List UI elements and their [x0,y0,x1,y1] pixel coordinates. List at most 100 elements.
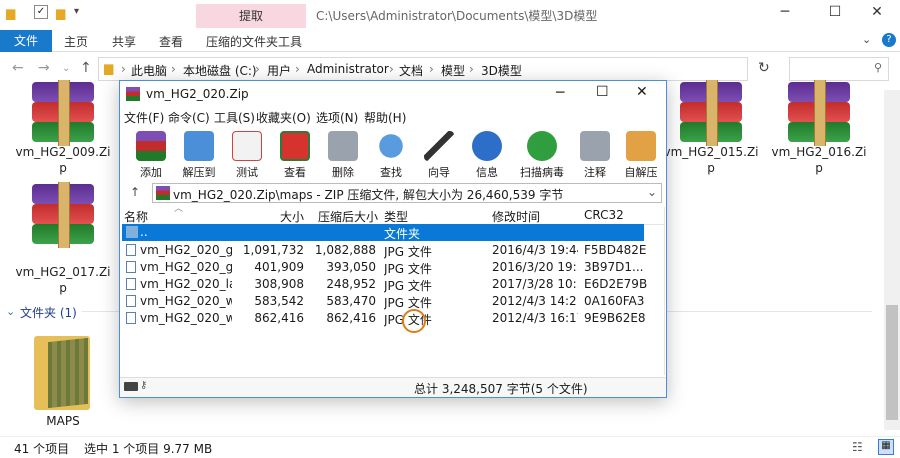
chevron-down-icon[interactable]: ⌄ [647,185,657,199]
folder-icon[interactable]: ▆ [56,6,72,20]
cell-size: 401,909 [254,260,304,274]
selection-info: 选中 1 个项目 9.77 MB [84,442,213,456]
forward-arrow-icon[interactable]: → [38,60,50,76]
scrollbar-thumb[interactable] [886,305,898,420]
extract-folder-icon [184,131,214,161]
folder-icon[interactable] [34,336,90,410]
table-row[interactable]: vm_HG2_020_w... 862,416 862,416 JPG 文件 2… [122,310,646,327]
refresh-icon[interactable]: ↻ [758,60,770,76]
test-button[interactable]: 测试 [224,131,270,180]
crumb-models[interactable]: 模型 [441,62,465,79]
context-tab-extract[interactable]: 提取 [196,4,306,28]
sfx-button[interactable]: 自解压 [618,131,664,180]
table-row[interactable]: vm_HG2_020_w... 583,542 583,470 JPG 文件 2… [122,293,644,310]
archive-icon [156,186,170,200]
comment-icon [580,131,610,161]
close-button[interactable]: ✕ [636,84,648,100]
minimize-button[interactable]: ─ [770,4,800,20]
add-button[interactable]: 添加 [128,131,174,180]
cell-modified: 2016/3/20 19:... [492,260,578,274]
file-label[interactable]: vm_HG2_016.Zi p [764,144,874,176]
address-bar[interactable]: ▆ › 此电脑 › 本地磁盘 (C:) › 用户 › Administrator… [98,57,748,81]
rar-file-icon[interactable] [670,80,752,146]
rar-file-icon[interactable] [778,80,860,146]
col-type[interactable]: 类型 [384,208,408,225]
delete-button[interactable]: 删除 [320,131,366,180]
extract-to-button[interactable]: 解压到 [176,131,222,180]
crumb-documents[interactable]: 文档 [399,62,423,79]
checkbox-icon[interactable]: ✓ [34,5,48,19]
winrar-toolbar: 添加 解压到 测试 查看 删除 查找 向导 信息 扫描病毒 注释 自解压 [120,127,666,183]
rar-file-icon[interactable] [22,80,104,146]
wizard-button[interactable]: 向导 [416,131,462,180]
menu-favorites[interactable]: 收藏夹(O) [256,109,311,126]
group-header-folders[interactable]: 文件夹 (1) [20,304,77,321]
tab-share[interactable]: 共享 [112,33,136,50]
col-name[interactable]: 名称 [124,208,148,225]
table-row[interactable]: vm_HG2_020_g... 401,909 393,050 JPG 文件 2… [122,259,644,276]
rar-file-icon[interactable] [22,182,104,248]
cell-packed: 1,082,888 [314,243,376,257]
close-button[interactable]: ✕ [862,4,892,20]
cell-packed: 583,470 [326,294,376,308]
chevron-down-icon[interactable]: ⌄ [6,305,15,318]
crumb-local-disk[interactable]: 本地磁盘 (C:) [183,62,257,79]
folder-label[interactable]: MAPS [30,414,96,428]
sort-up-icon: ︿ [174,204,184,214]
chevron-down-icon[interactable]: ⌄ [862,33,871,46]
crumb-this-pc[interactable]: 此电脑 [131,62,167,79]
menu-file[interactable]: 文件(F) [124,109,164,126]
tab-compressed-tools[interactable]: 压缩的文件夹工具 [206,33,302,50]
menu-tools[interactable]: 工具(S) [214,109,255,126]
folder-up-icon [126,226,138,238]
search-icon[interactable]: ⚲ [874,61,882,74]
minimize-button[interactable]: ─ [556,85,564,101]
crumb-users[interactable]: 用户 [267,62,291,79]
col-crc[interactable]: CRC32 [584,208,624,222]
winrar-title: vm_HG2_020.Zip [146,87,249,101]
crumb-administrator[interactable]: Administrator [307,62,389,76]
up-arrow-icon[interactable]: ↑ [130,185,140,199]
menu-options[interactable]: 选项(N) [316,109,358,126]
file-label[interactable]: vm_HG2_015.Zi p [656,144,766,176]
sfx-box-icon [626,131,656,161]
menu-help[interactable]: 帮助(H) [364,109,406,126]
menu-commands[interactable]: 命令(C) [168,109,210,126]
back-arrow-icon[interactable]: ← [12,60,24,76]
col-size[interactable]: 大小 [280,208,304,225]
cell-type: JPG 文件 [384,279,432,293]
tab-view[interactable]: 查看 [159,33,183,50]
col-modified[interactable]: 修改时间 [492,208,540,225]
help-icon[interactable]: ? [882,33,896,47]
view-button[interactable]: 查看 [272,131,318,180]
wand-icon [424,131,454,161]
virus-scan-button[interactable]: 扫描病毒 [512,131,572,180]
tab-file[interactable]: 文件 [0,30,52,52]
cell-name: .. [140,225,148,239]
col-packed[interactable]: 压缩后大小 [318,208,378,225]
info-button[interactable]: 信息 [464,131,510,180]
maximize-button[interactable]: ☐ [596,84,609,100]
drive-icon [124,382,138,391]
maximize-button[interactable]: ☐ [820,4,850,20]
cell-name: vm_HG2_020_w... [140,294,232,308]
table-row[interactable]: vm_HG2_020_la... 308,908 248,952 JPG 文件 … [122,276,647,293]
table-row-parent[interactable]: .. 文件夹 [122,224,644,241]
crumb-3d-models[interactable]: 3D模型 [481,62,522,79]
find-button[interactable]: 查找 [368,131,414,180]
archive-path-field[interactable]: vm_HG2_020.Zip\maps - ZIP 压缩文件, 解包大小为 26… [152,183,662,203]
file-label[interactable]: vm_HG2_017.Zi p [8,264,118,296]
tab-home[interactable]: 主页 [64,33,88,50]
cell-name: vm_HG2_020_g... [140,243,232,257]
large-icons-view-icon[interactable]: ▦ [878,439,894,455]
details-view-icon[interactable]: ☷ [852,440,863,454]
bug-icon [527,131,557,161]
jpg-file-icon [126,312,136,324]
table-row[interactable]: vm_HG2_020_g... 1,091,732 1,082,888 JPG … [122,242,647,259]
dropdown-icon[interactable]: ▾ [74,6,90,20]
up-arrow-icon[interactable]: ↑ [80,60,92,76]
file-label[interactable]: vm_HG2_009.Zi p [8,144,118,176]
recent-dropdown-icon[interactable]: ⌄ [62,63,70,74]
comment-button[interactable]: 注释 [572,131,618,180]
archive-path: vm_HG2_020.Zip\maps - ZIP 压缩文件, 解包大小为 26… [173,188,564,202]
